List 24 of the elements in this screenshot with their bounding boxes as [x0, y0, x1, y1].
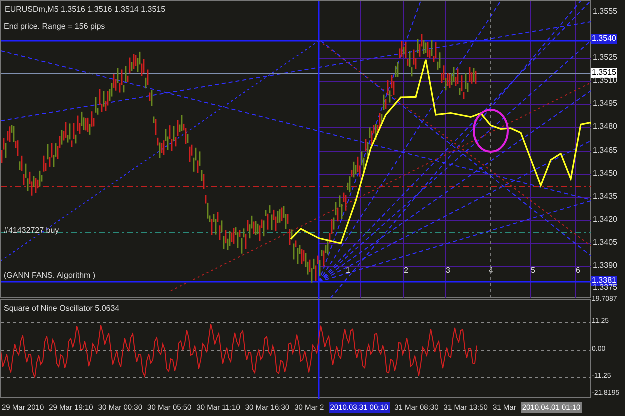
price-label: 1.3480 — [593, 122, 618, 132]
price-label: 1.3510 — [593, 76, 618, 86]
object-label: #41432727 buy — [4, 227, 60, 235]
object-label: End price. Range = 156 pips — [4, 23, 106, 31]
price-label: 1.3390 — [593, 261, 618, 271]
fan-level-label: 1 — [346, 267, 350, 275]
price-marker: 1.3540 — [591, 34, 618, 44]
price-label: 1.3435 — [593, 192, 618, 202]
price-label: 1.3405 — [593, 238, 618, 248]
price-label: 1.3495 — [593, 99, 618, 109]
price-label: 1.3450 — [593, 169, 618, 179]
price-label: 1.3555 — [593, 7, 618, 17]
fan-level-label: 4 — [489, 267, 494, 275]
object-label: (GANN FANS. Algorithm ) — [4, 272, 96, 280]
price-marker: 1.3381 — [591, 276, 618, 286]
highlight-ellipse — [473, 109, 509, 153]
price-label: 1.3465 — [593, 146, 618, 156]
indicator-title: Square of Nine Oscillator 5.0634 — [4, 303, 120, 315]
price-label: 1.3420 — [593, 215, 618, 225]
fan-level-label: 6 — [576, 267, 580, 275]
price-marker: 1.3515 — [591, 68, 618, 78]
chart-header: EURUSDm,M5 1.3516 1.3516 1.3514 1.3515 — [5, 4, 166, 16]
price-label: 1.3525 — [593, 53, 618, 63]
fan-level-label: 5 — [531, 267, 536, 275]
